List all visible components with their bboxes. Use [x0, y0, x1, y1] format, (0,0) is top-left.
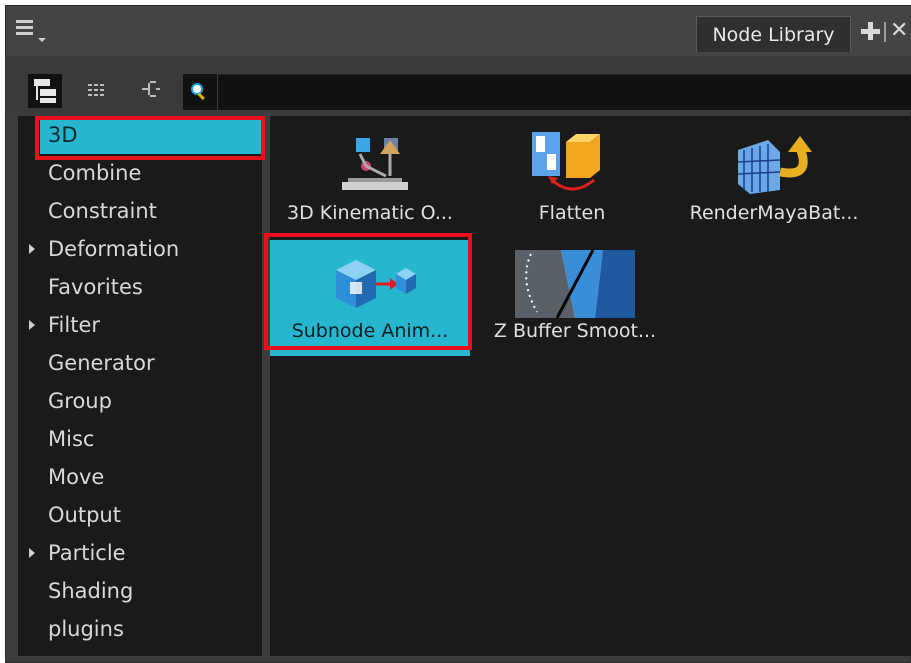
panel-splitter[interactable]: [262, 116, 270, 656]
category-label: Output: [48, 503, 121, 527]
category-item-particle[interactable]: Particle: [18, 534, 262, 572]
title-bar: Node Library ✕: [6, 6, 911, 56]
subnode-animation-icon: [310, 250, 430, 318]
category-label: 3D: [48, 123, 78, 147]
plus-icon[interactable]: [859, 18, 881, 44]
category-item-3d[interactable]: 3D: [40, 116, 262, 154]
hierarchy-view-icon[interactable]: [136, 74, 170, 108]
tab-separator: [884, 22, 886, 42]
tab-node-library[interactable]: Node Library: [696, 16, 851, 52]
category-label: Misc: [48, 427, 95, 451]
category-label: Shading: [48, 579, 134, 603]
node-label: Subnode Anim...: [291, 320, 449, 342]
search-icon[interactable]: [183, 74, 217, 110]
node-item[interactable]: Z Buffer Smoot...: [475, 240, 675, 356]
category-label: Group: [48, 389, 112, 413]
category-label: Favorites: [48, 275, 143, 299]
toolbar: [6, 56, 911, 112]
category-label: Combine: [48, 161, 142, 185]
category-item-plugins[interactable]: plugins: [18, 610, 262, 648]
node-label: 3D Kinematic O...: [287, 202, 453, 224]
node-label: RenderMayaBat...: [689, 202, 859, 224]
node-item[interactable]: RenderMayaBat...: [674, 122, 874, 238]
category-label: Filter: [48, 313, 101, 337]
list-view-icon[interactable]: [84, 74, 118, 108]
category-label: Deformation: [48, 237, 180, 261]
expand-arrow-icon[interactable]: [29, 244, 35, 254]
node-item[interactable]: 3D Kinematic O...: [270, 122, 470, 238]
close-icon[interactable]: ✕: [890, 18, 911, 44]
node-label: Z Buffer Smoot...: [493, 320, 657, 342]
z-buffer-smoothing-icon: [515, 249, 635, 319]
category-item-shading[interactable]: Shading: [18, 572, 262, 610]
expand-arrow-icon[interactable]: [29, 320, 35, 330]
category-item-output[interactable]: Output: [18, 496, 262, 534]
category-item-misc[interactable]: Misc: [18, 420, 262, 458]
category-list: 3D Combine Constraint Deformation Favorites F…: [18, 116, 262, 656]
category-item-filter[interactable]: Filter: [18, 306, 262, 344]
search-input[interactable]: [218, 74, 911, 110]
hamburger-menu-icon[interactable]: [16, 20, 46, 44]
expand-arrow-icon[interactable]: [29, 548, 35, 558]
category-label: Particle: [48, 541, 126, 565]
render-maya-batch-icon: [714, 132, 834, 200]
node-item[interactable]: Flatten: [472, 122, 672, 238]
category-item-group[interactable]: Group: [18, 382, 262, 420]
category-label: Constraint: [48, 199, 157, 223]
category-label: Generator: [48, 351, 155, 375]
flatten-icon: [512, 132, 632, 200]
category-item-move[interactable]: Move: [18, 458, 262, 496]
category-label: plugins: [48, 617, 124, 641]
tree-view-icon[interactable]: [28, 74, 62, 108]
node-label: Flatten: [538, 202, 606, 224]
category-item-generator[interactable]: Generator: [18, 344, 262, 382]
category-item-constraint[interactable]: Constraint: [18, 192, 262, 230]
category-item-combine[interactable]: Combine: [18, 154, 262, 192]
node-item[interactable]: Subnode Anim...: [270, 240, 470, 356]
category-item-deformation[interactable]: Deformation: [18, 230, 262, 268]
kinematic-output-icon: [310, 132, 430, 200]
category-label: Move: [48, 465, 105, 489]
node-grid: 3D Kinematic O... Flatten RenderMayaBat...…: [270, 116, 911, 656]
category-item-favorites[interactable]: Favorites: [18, 268, 262, 306]
node-library-window: Node Library ✕ 3D Combine Constraint Def…: [5, 5, 911, 663]
